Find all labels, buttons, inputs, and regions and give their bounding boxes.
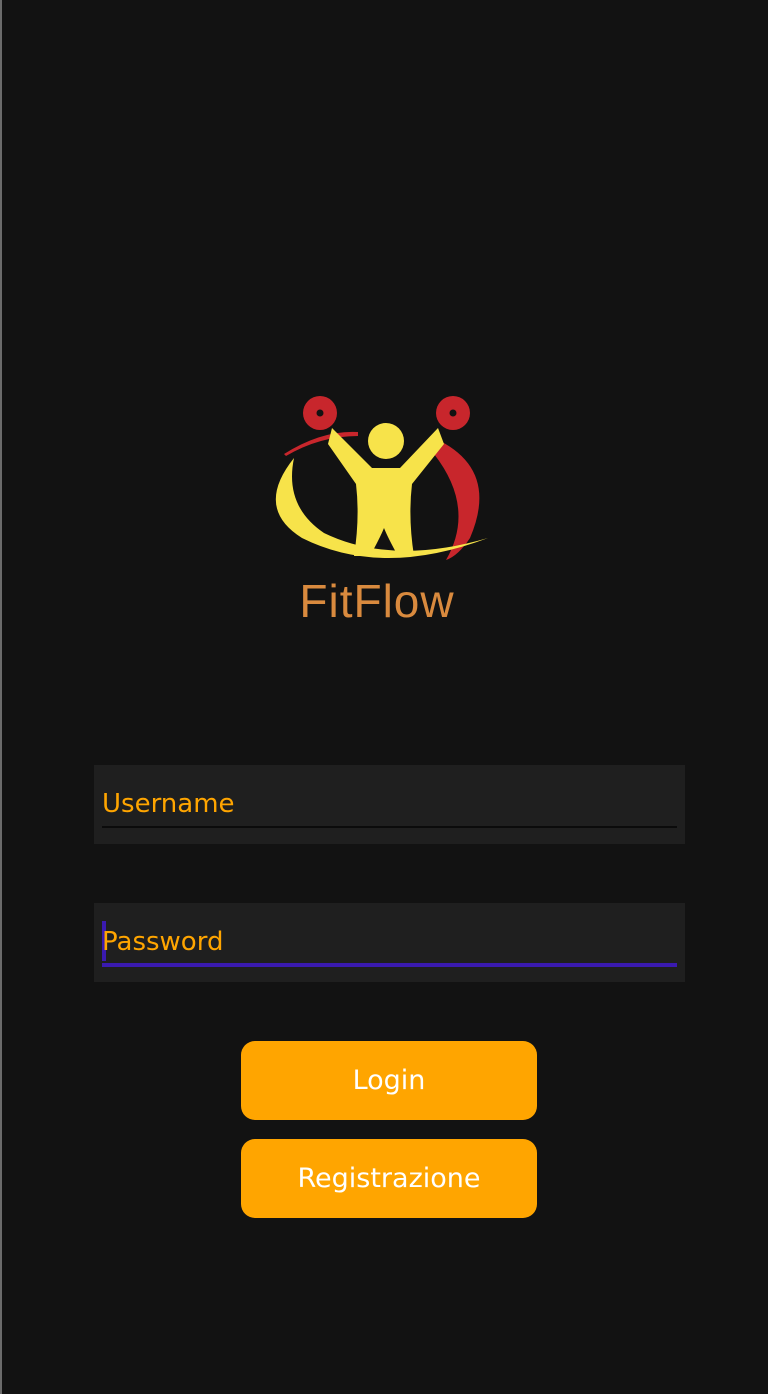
weightlifter-logo-icon [275, 396, 488, 560]
password-field[interactable] [94, 903, 685, 982]
login-button[interactable]: Login [241, 1041, 537, 1120]
register-button[interactable]: Registrazione [241, 1139, 537, 1218]
app-logo: FitFlow [262, 388, 490, 636]
app-logo-text: FitFlow [299, 575, 455, 627]
username-field[interactable] [94, 765, 685, 844]
password-focus-underline [102, 963, 677, 967]
password-input[interactable] [102, 921, 677, 963]
username-underline [102, 826, 677, 828]
window-edge [0, 0, 2, 1394]
username-input[interactable] [102, 783, 677, 825]
